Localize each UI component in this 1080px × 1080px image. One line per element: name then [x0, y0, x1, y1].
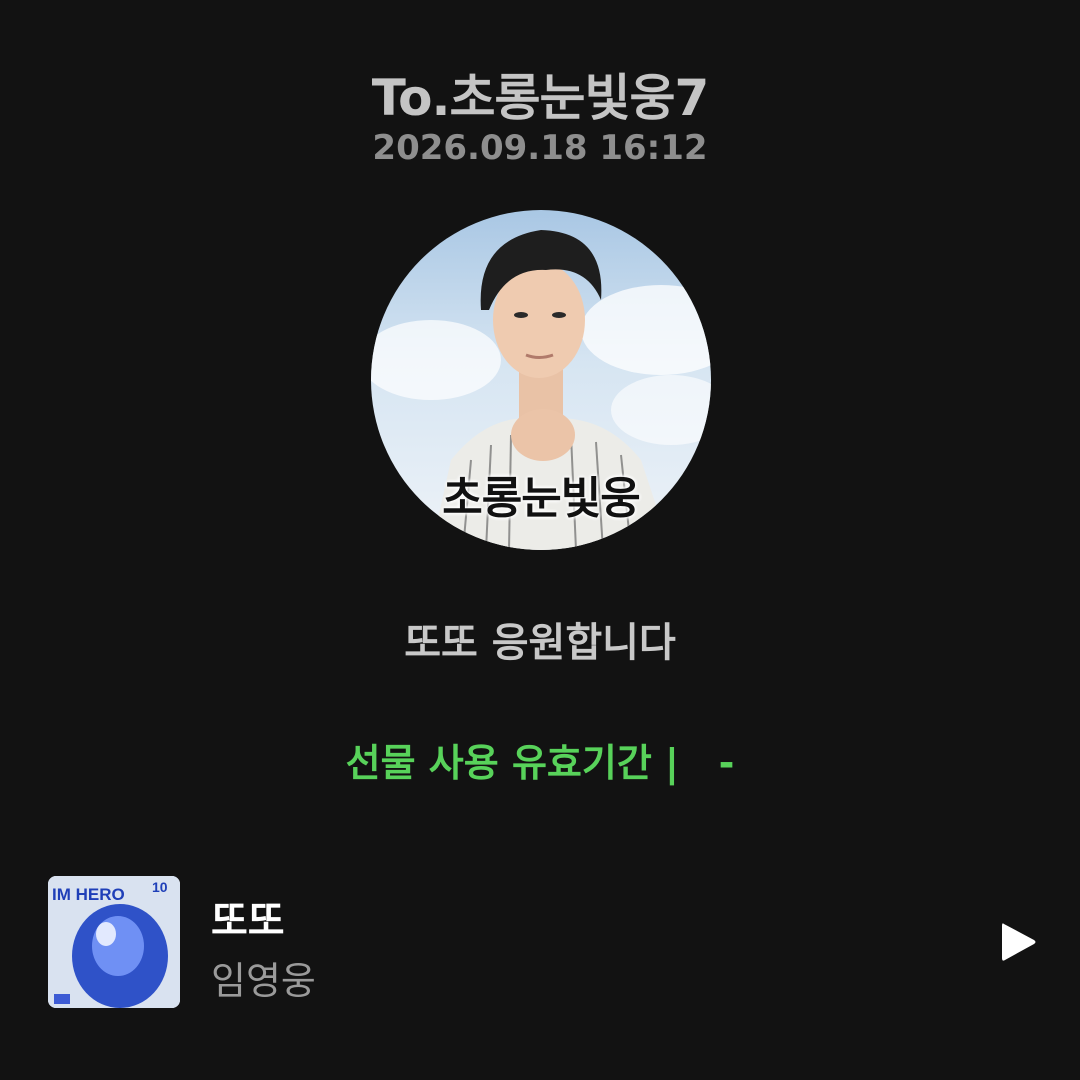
track-item[interactable]: IM HERO 10 또또 임영웅: [48, 876, 1038, 1008]
album-cover: IM HERO 10: [48, 876, 180, 1008]
play-button[interactable]: [998, 920, 1038, 964]
cover-text-top: IM HERO: [52, 885, 125, 904]
cover-text-right: 10: [152, 879, 168, 895]
gift-validity: 선물 사용 유효기간 | -: [345, 741, 735, 785]
support-message: 또또 응원합니다: [404, 620, 676, 666]
track-artist: 임영웅: [211, 959, 316, 1003]
track-title: 또또: [211, 898, 285, 944]
play-icon: [1002, 923, 1036, 961]
album-art: IM HERO 10: [48, 876, 180, 1008]
avatar-caption: 초롱눈빛웅: [442, 473, 640, 524]
timestamp: 2026.09.18 16:12: [372, 128, 708, 168]
profile-avatar: 초롱눈빛웅: [371, 210, 711, 550]
recipient-title: To.초롱눈빛웅7: [371, 69, 710, 127]
